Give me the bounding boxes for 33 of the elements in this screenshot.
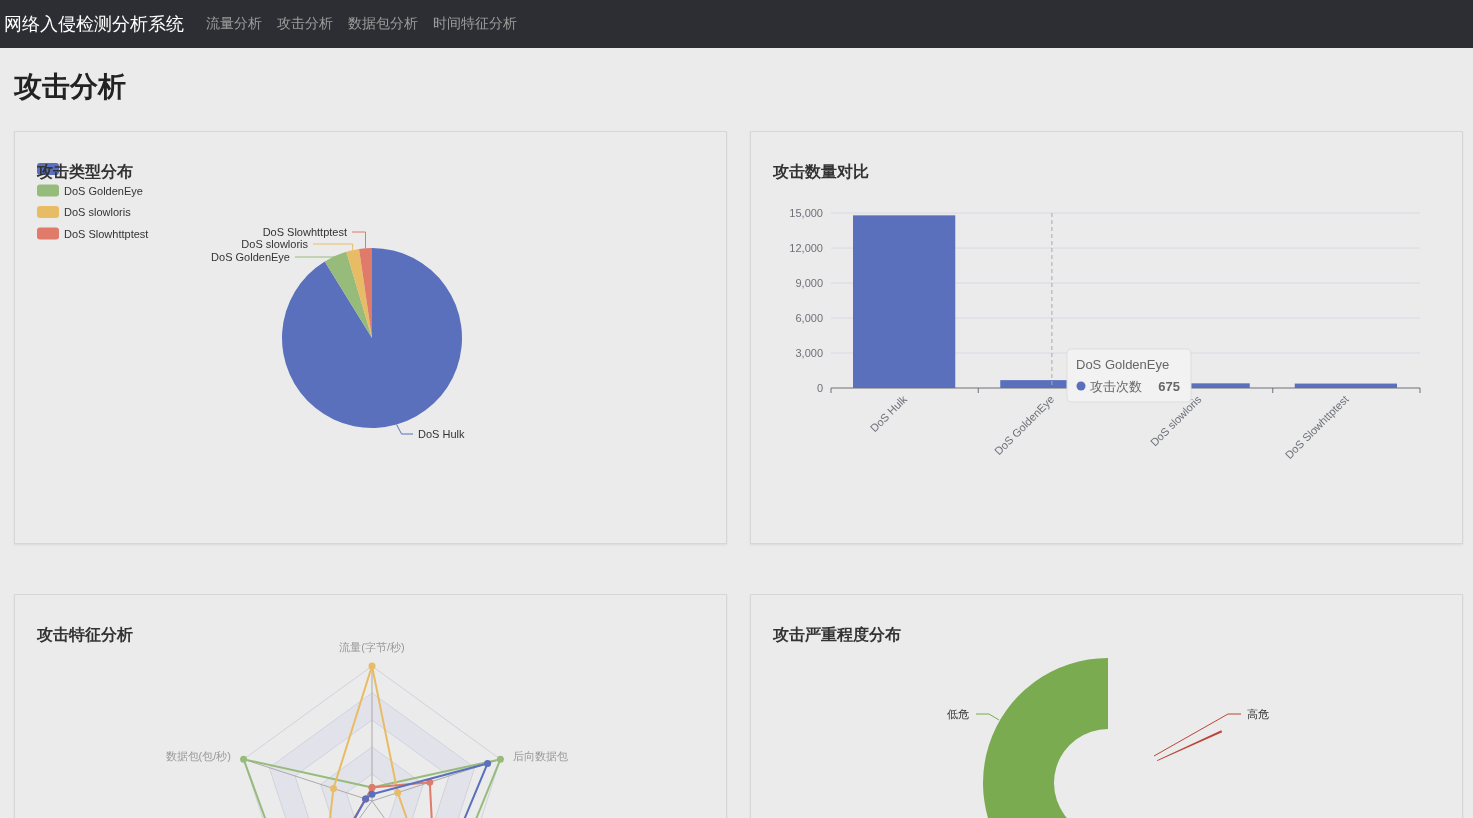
radar-axis-label: 数据包(包/秒) — [165, 750, 231, 762]
chart-title: 攻击严重程度分布 — [773, 625, 901, 645]
tooltip-series: 攻击次数 — [1090, 379, 1142, 394]
radar-axis-label: 后向数据包 — [513, 750, 568, 762]
page-title: 攻击分析 — [14, 70, 127, 104]
radar-axis-label: 流量(字节/秒) — [339, 641, 405, 653]
legend-label: DoS GoldenEye — [64, 184, 143, 197]
pie-label: DoS Slowhttptest — [262, 226, 347, 238]
pie-label: DoS Hulk — [418, 428, 465, 440]
y-axis-label: 0 — [816, 382, 823, 394]
leader-line — [396, 424, 414, 435]
pie-label: DoS GoldenEye — [211, 251, 290, 263]
nav-link[interactable]: 攻击分析 — [277, 15, 333, 33]
nav-link[interactable]: 流量分析 — [206, 15, 262, 33]
leader-line — [294, 255, 336, 258]
chart-title: 攻击特征分析 — [37, 625, 133, 645]
y-axis-label: 3,000 — [795, 347, 823, 359]
y-axis-label: 9,000 — [795, 277, 823, 289]
y-axis-label: 6,000 — [795, 312, 823, 324]
legend-label: DoS Slowhttptest — [64, 227, 149, 240]
tooltip-value: 675 — [1158, 379, 1180, 394]
y-axis-label: 15,000 — [789, 207, 823, 219]
donut-label: 低危 — [947, 708, 969, 720]
legend-label: DoS slowloris — [64, 206, 131, 218]
leader-line — [975, 713, 1000, 721]
y-axis-label: 12,000 — [789, 242, 823, 254]
tooltip-title: DoS GoldenEye — [1076, 357, 1170, 372]
nav-link[interactable]: 数据包分析 — [348, 15, 418, 33]
nav-link[interactable]: 时间特征分析 — [433, 15, 517, 33]
donut-label: 高危 — [1247, 708, 1269, 720]
app-brand[interactable]: 网络入侵检测分析系统 — [4, 12, 184, 36]
pie-label: DoS slowloris — [241, 238, 308, 250]
chart-title: 攻击数量对比 — [773, 162, 869, 182]
